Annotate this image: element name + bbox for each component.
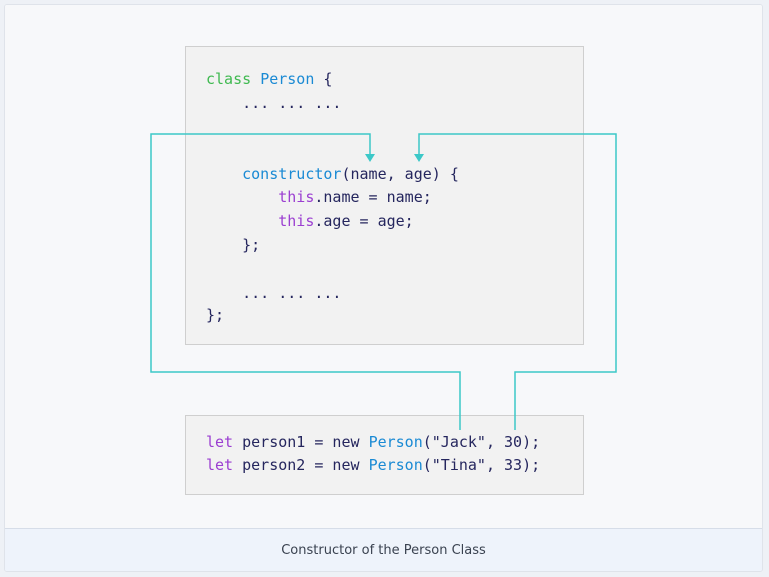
- caption-bar: Constructor of the Person Class: [5, 528, 762, 571]
- figure-card: class Person { ... ... ... constructor(n…: [4, 4, 763, 572]
- arrow-name-argument: [150, 133, 461, 430]
- figure-caption: Constructor of the Person Class: [281, 543, 486, 558]
- arrowhead-age: [414, 154, 424, 162]
- diagram-area: class Person { ... ... ... constructor(n…: [5, 5, 762, 528]
- arrow-age-argument: [418, 133, 617, 430]
- arrowhead-name: [365, 154, 375, 162]
- argument-arrows: [150, 133, 617, 430]
